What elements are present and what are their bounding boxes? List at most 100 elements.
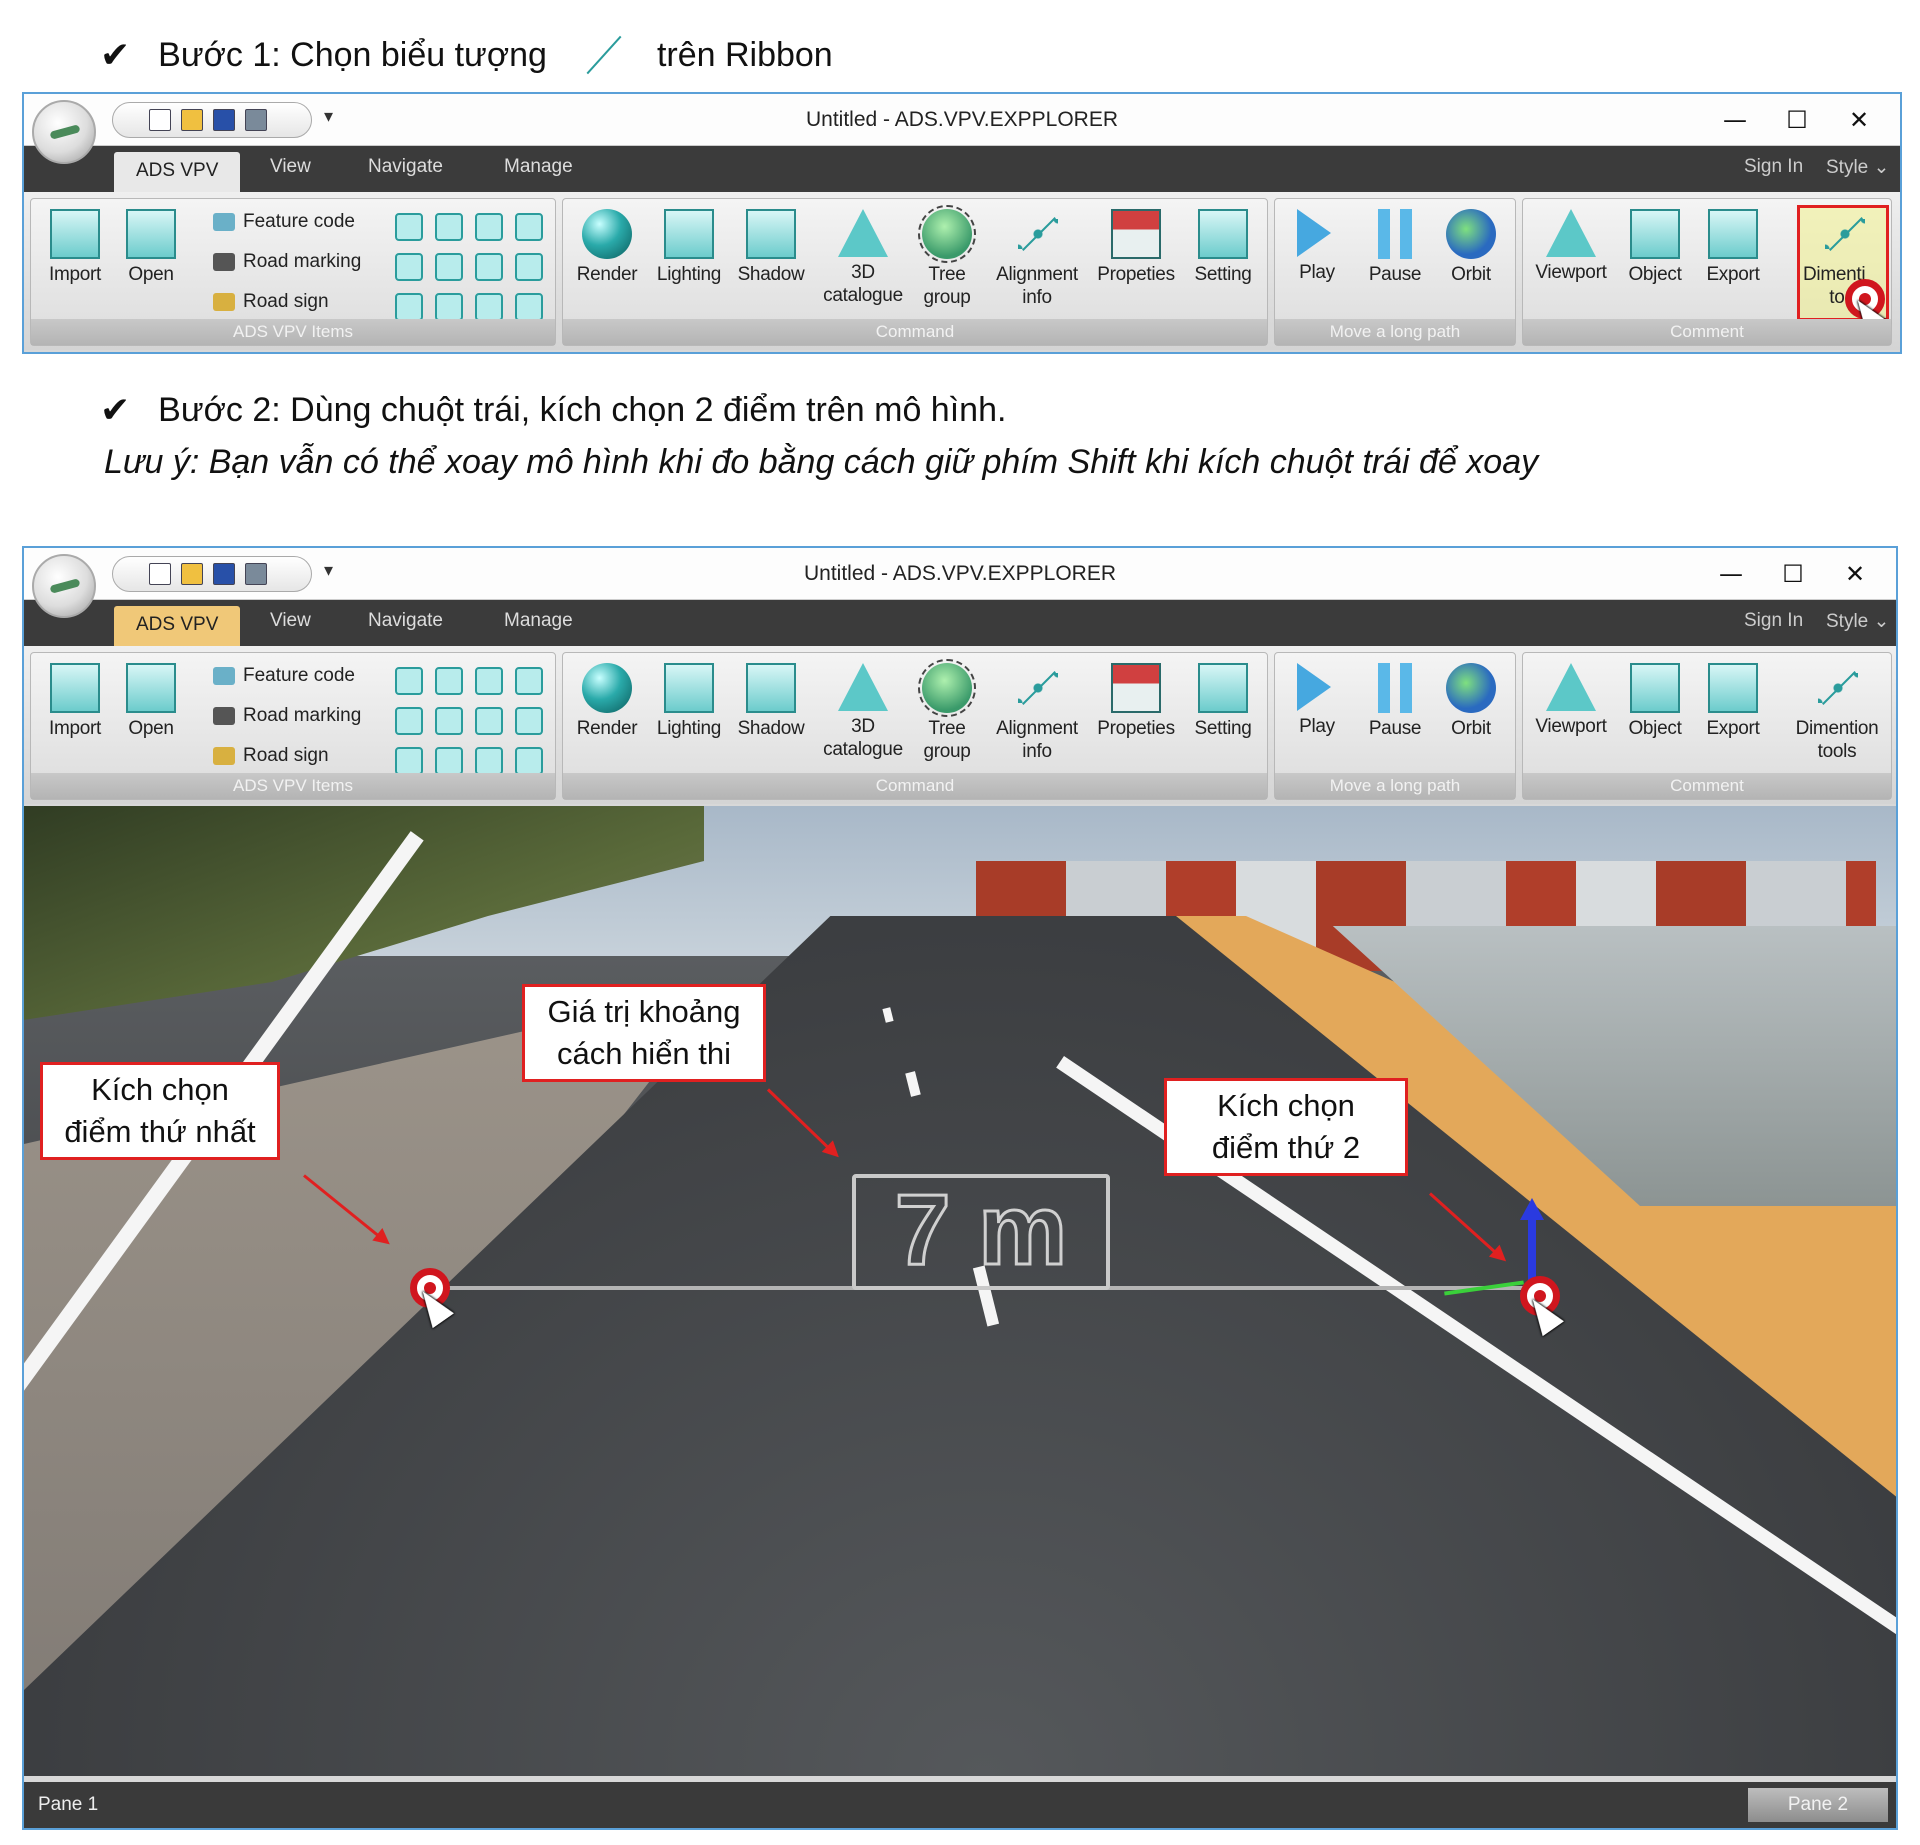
maximize-button[interactable]: ☐ bbox=[1772, 100, 1822, 140]
tree-group-button[interactable]: Tree group bbox=[909, 659, 985, 771]
road-marking-button[interactable]: Road marking bbox=[213, 251, 361, 273]
orbit-button[interactable]: Orbit bbox=[1433, 663, 1509, 771]
catalogue-icon bbox=[838, 663, 888, 711]
road-sign-button[interactable]: Road sign bbox=[213, 291, 329, 313]
propeties-button[interactable]: Propeties bbox=[1089, 663, 1183, 771]
group-command: Render Lighting Shadow 3D catalogue Tree g… bbox=[562, 198, 1268, 346]
tool-icon[interactable] bbox=[515, 707, 543, 735]
lighting-icon bbox=[664, 209, 714, 259]
open-button[interactable]: Open bbox=[113, 663, 189, 771]
play-button[interactable]: Play bbox=[1279, 209, 1355, 317]
tool-icon[interactable] bbox=[395, 253, 423, 281]
minimize-button[interactable]: — bbox=[1706, 554, 1756, 594]
tool-icon[interactable] bbox=[475, 747, 503, 775]
tool-icon[interactable] bbox=[435, 253, 463, 281]
tool-icon[interactable] bbox=[395, 747, 423, 775]
tab-manage[interactable]: Manage bbox=[504, 610, 573, 632]
tab-manage[interactable]: Manage bbox=[504, 156, 573, 178]
3d-viewport[interactable]: 7 m Kích chọn điểm thứ nhất Giá trị khoả… bbox=[24, 806, 1896, 1776]
export-button[interactable]: Export bbox=[1695, 209, 1771, 317]
sign-in-link[interactable]: Sign In bbox=[1744, 610, 1803, 632]
dimension-tools-button[interactable]: Dimention tools bbox=[1785, 663, 1889, 771]
app-window-2: ▾ Untitled - ADS.VPV.EXPPLORER — ☐ ✕ ADS… bbox=[22, 546, 1898, 1830]
ribbon: Import Open Feature code Road marking Ro… bbox=[24, 646, 1896, 804]
tool-icon[interactable] bbox=[475, 293, 503, 321]
pause-button[interactable]: Pause bbox=[1357, 209, 1433, 317]
catalogue-button[interactable]: 3D catalogue bbox=[819, 209, 907, 317]
maximize-button[interactable]: ☐ bbox=[1768, 554, 1818, 594]
tool-icon[interactable] bbox=[435, 213, 463, 241]
import-button[interactable]: Import bbox=[37, 663, 113, 771]
orbit-button[interactable]: Orbit bbox=[1433, 209, 1509, 317]
tool-icon[interactable] bbox=[515, 253, 543, 281]
pane2-tab[interactable]: Pane 2 bbox=[1748, 1788, 1888, 1822]
style-menu[interactable]: Style ⌄ bbox=[1826, 610, 1889, 633]
tab-ads-vpv[interactable]: ADS VPV bbox=[114, 152, 241, 192]
tool-icon[interactable] bbox=[435, 707, 463, 735]
tab-navigate[interactable]: Navigate bbox=[368, 156, 443, 178]
tool-icon[interactable] bbox=[515, 667, 543, 695]
open-button[interactable]: Open bbox=[113, 209, 189, 317]
close-button[interactable]: ✕ bbox=[1830, 554, 1880, 594]
folder-icon bbox=[126, 663, 176, 713]
tab-navigate[interactable]: Navigate bbox=[368, 610, 443, 632]
tool-icon[interactable] bbox=[475, 667, 503, 695]
setting-button[interactable]: Setting bbox=[1183, 209, 1263, 317]
propeties-button[interactable]: Propeties bbox=[1089, 209, 1183, 317]
pause-button[interactable]: Pause bbox=[1357, 663, 1433, 771]
viewport-button[interactable]: Viewport bbox=[1527, 209, 1615, 317]
setting-button[interactable]: Setting bbox=[1183, 663, 1263, 771]
tool-icon[interactable] bbox=[475, 253, 503, 281]
close-button[interactable]: ✕ bbox=[1834, 100, 1884, 140]
feature-code-button[interactable]: Feature code bbox=[213, 665, 355, 687]
export-button[interactable]: Export bbox=[1695, 663, 1771, 771]
tool-icon[interactable] bbox=[435, 747, 463, 775]
minimize-button[interactable]: — bbox=[1710, 100, 1760, 140]
tool-icon[interactable] bbox=[395, 293, 423, 321]
lighting-button[interactable]: Lighting bbox=[651, 663, 727, 771]
tool-icon[interactable] bbox=[515, 213, 543, 241]
tool-icon[interactable] bbox=[435, 667, 463, 695]
play-button[interactable]: Play bbox=[1279, 663, 1355, 771]
alignment-info-button[interactable]: Alignment info bbox=[985, 209, 1089, 317]
app-menu-orb[interactable] bbox=[32, 100, 96, 164]
tool-icon[interactable] bbox=[515, 747, 543, 775]
style-menu[interactable]: Style ⌄ bbox=[1826, 156, 1889, 179]
shadow-button[interactable]: Shadow bbox=[733, 663, 809, 771]
tab-view[interactable]: View bbox=[270, 610, 311, 632]
tab-ads-vpv[interactable]: ADS VPV bbox=[114, 606, 241, 646]
import-button[interactable]: Import bbox=[37, 209, 113, 317]
object-button[interactable]: Object bbox=[1617, 209, 1693, 317]
viewport-button[interactable]: Viewport bbox=[1527, 663, 1615, 771]
app-menu-orb[interactable] bbox=[32, 554, 96, 618]
sign-in-link[interactable]: Sign In bbox=[1744, 156, 1803, 178]
tool-icon[interactable] bbox=[395, 707, 423, 735]
ribbon-tabs: ADS VPV View Navigate Manage Sign In Sty… bbox=[24, 600, 1896, 646]
road-sign-button[interactable]: Road sign bbox=[213, 745, 329, 767]
shadow-button[interactable]: Shadow bbox=[733, 209, 809, 317]
tool-icon[interactable] bbox=[475, 707, 503, 735]
import-icon bbox=[50, 209, 100, 259]
tool-icon[interactable] bbox=[515, 293, 543, 321]
tool-icon[interactable] bbox=[475, 213, 503, 241]
tool-icon[interactable] bbox=[395, 667, 423, 695]
tree-group-button[interactable]: Tree group bbox=[909, 205, 985, 317]
alignment-icon bbox=[1012, 209, 1062, 259]
dimension-icon bbox=[1812, 663, 1862, 713]
lighting-button[interactable]: Lighting bbox=[651, 209, 727, 317]
tool-icon[interactable] bbox=[395, 213, 423, 241]
render-sphere-icon bbox=[582, 209, 632, 259]
tool-icon[interactable] bbox=[435, 293, 463, 321]
render-button[interactable]: Render bbox=[569, 209, 645, 317]
render-button[interactable]: Render bbox=[569, 663, 645, 771]
lighting-icon bbox=[664, 663, 714, 713]
tab-view[interactable]: View bbox=[270, 156, 311, 178]
alignment-info-button[interactable]: Alignment info bbox=[985, 663, 1089, 771]
feature-code-icon bbox=[213, 213, 235, 231]
feature-code-button[interactable]: Feature code bbox=[213, 211, 355, 233]
object-button[interactable]: Object bbox=[1617, 663, 1693, 771]
road-marking-button[interactable]: Road marking bbox=[213, 705, 361, 727]
play-icon bbox=[1297, 209, 1331, 257]
catalogue-button[interactable]: 3D catalogue bbox=[819, 663, 907, 771]
dimension-icon-inline bbox=[575, 28, 629, 82]
